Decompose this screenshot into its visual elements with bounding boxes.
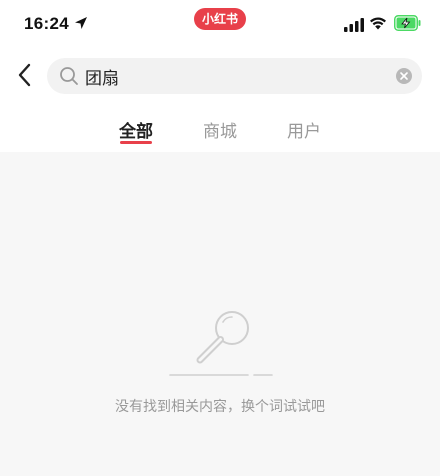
- wifi-icon: [370, 17, 386, 30]
- cellular-signal-icon: [344, 18, 364, 32]
- active-tab-indicator: [120, 141, 152, 144]
- empty-search-magnifier-icon: [169, 311, 273, 376]
- results-area: 没有找到相关内容，换个词试试吧: [0, 152, 440, 476]
- search-bar[interactable]: [47, 58, 422, 94]
- empty-state-message: 没有找到相关内容，换个词试试吧: [115, 399, 325, 415]
- search-icon: [60, 67, 78, 85]
- app-badge: 小红书: [194, 8, 246, 30]
- search-result-tabs: 全部 商城 用户: [0, 112, 440, 152]
- clear-search-icon[interactable]: [396, 68, 412, 84]
- tab-all[interactable]: 全部: [106, 117, 166, 142]
- battery-charging-icon: [394, 15, 421, 31]
- back-arrow-icon[interactable]: [14, 62, 36, 88]
- tab-users[interactable]: 用户: [274, 117, 334, 142]
- tab-mall[interactable]: 商城: [190, 117, 250, 142]
- location-arrow-icon: [75, 17, 87, 29]
- search-input[interactable]: [85, 64, 385, 88]
- status-bar: 16:24 小红书: [0, 0, 440, 48]
- status-time: 16:24: [24, 14, 69, 33]
